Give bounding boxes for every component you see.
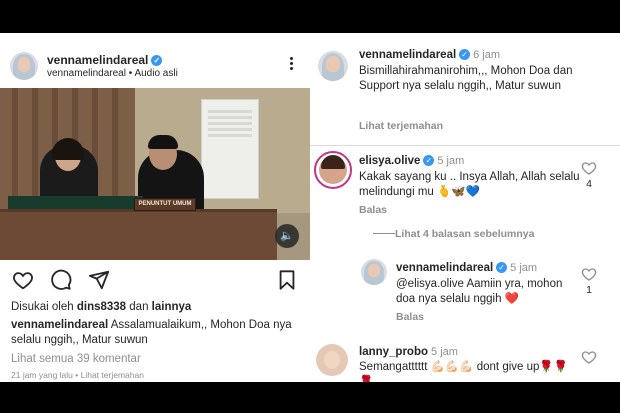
screenshot-canvas: vennamelindareal ✓ vennamelindareal • Aud… (0, 0, 620, 413)
more-options-icon[interactable] (286, 55, 296, 73)
see-translation-link[interactable]: Lihat terjemahan (359, 120, 443, 132)
verified-icon: ✓ (423, 155, 435, 166)
liked-by-others[interactable]: lainnya (152, 301, 192, 313)
post-video[interactable]: PENUNTUT UMUM 🔈 (0, 88, 310, 260)
speaker-icon[interactable]: 🔈 (275, 224, 299, 248)
comment-time: 5 jam (437, 155, 465, 167)
comment-header: vennamelindareal ✓ 6 jam (359, 45, 500, 63)
comment-header: elisya.olive ✓ 5 jam (359, 151, 464, 169)
post-audio-subline[interactable]: vennamelindareal • Audio asli (47, 68, 178, 79)
comment-text: Kakak sayang ku .. Insya Allah, Allah se… (359, 171, 580, 198)
comments-panel: vennamelindareal ✓ 6 jam Bismillahirahmani… (310, 33, 620, 382)
comment-username[interactable]: vennamelindareal (396, 262, 493, 274)
comment-text: @elisya.olive Aamiin yra, mohon doa nya … (396, 278, 563, 305)
heart-icon[interactable] (581, 349, 597, 365)
see-translation-link[interactable]: Lihat terjemahan (81, 370, 144, 380)
court-desk (0, 209, 277, 260)
desk-nameplate: PENUNTUT UMUM (134, 198, 196, 211)
view-replies-link[interactable]: Lihat 4 balasan sebelumnya (395, 228, 534, 240)
air-conditioner (201, 99, 259, 199)
post-author-avatar[interactable] (10, 52, 38, 80)
post-panel: vennamelindareal ✓ vennamelindareal • Aud… (0, 33, 310, 382)
post-meta: 21 jam yang lalu • Lihat terjemahan (11, 370, 144, 380)
comment-avatar[interactable] (316, 344, 348, 376)
comment-text: Semangatttttt 💪🏻💪🏻💪🏻 dont give up🌹🌹🌹 (359, 361, 569, 382)
post-header: vennamelindareal ✓ vennamelindareal • Aud… (0, 33, 310, 88)
heart-icon[interactable] (581, 266, 597, 282)
post-timestamp: 21 jam yang lalu (11, 370, 73, 380)
comment-avatar[interactable] (314, 151, 352, 189)
comment-header: vennamelindareal ✓ 5 jam (396, 258, 537, 276)
divider (310, 145, 620, 146)
comment-text: Bismillahirahmanirohim,,, Mohon Doa dan … (359, 65, 573, 92)
post-caption: vennamelindareal Assalamualaikum,, Mohon… (11, 319, 292, 346)
reply-button[interactable]: Balas (359, 204, 387, 216)
comment-avatar[interactable] (318, 51, 348, 81)
comment-time: 5 jam (510, 262, 538, 274)
letterbox-bottom (0, 382, 620, 413)
comment-time: 5 jam (431, 346, 458, 358)
bookmark-icon[interactable] (276, 269, 298, 291)
caption-username[interactable]: vennamelindareal (11, 319, 108, 331)
comment-avatar[interactable] (361, 259, 387, 285)
verified-icon: ✓ (496, 262, 508, 273)
like-count: 1 (586, 284, 592, 296)
post-author-username[interactable]: vennamelindareal ✓ (47, 53, 163, 67)
verified-icon: ✓ (151, 55, 163, 66)
reply-button[interactable]: Balas (396, 311, 424, 323)
likes-summary[interactable]: Disukai oleh dins8338 dan lainnya (11, 301, 191, 313)
view-all-comments-link[interactable]: Lihat semua 39 komentar (11, 353, 141, 365)
letterbox-top (0, 0, 620, 33)
reply-line (373, 233, 395, 234)
send-icon[interactable] (88, 269, 110, 291)
comment-time: 6 jam (473, 49, 501, 61)
liked-by-user[interactable]: dins8338 (77, 301, 126, 313)
comment-username[interactable]: lanny_probo (359, 346, 428, 358)
heart-icon[interactable] (12, 269, 34, 291)
comment-icon[interactable] (50, 269, 72, 291)
comment-username[interactable]: elisya.olive (359, 155, 420, 167)
verified-icon: ✓ (459, 49, 471, 60)
comment-username[interactable]: vennamelindareal (359, 49, 456, 61)
comment-header: lanny_probo 5 jam (359, 342, 458, 360)
like-count: 4 (586, 178, 592, 190)
heart-icon[interactable] (581, 160, 597, 176)
post-actions (0, 260, 310, 296)
